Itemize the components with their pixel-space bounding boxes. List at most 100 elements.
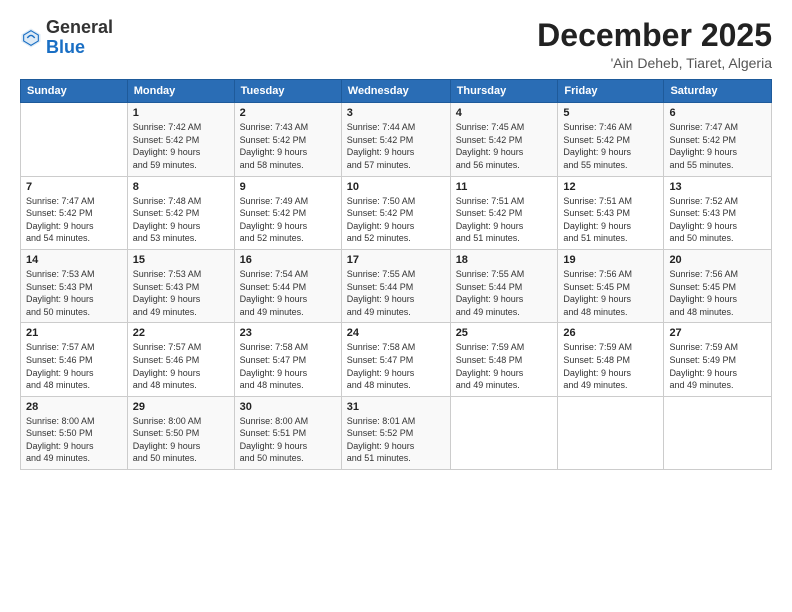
calendar-cell: 1 Sunrise: 7:42 AM Sunset: 5:42 PM Daylig… <box>127 103 234 176</box>
day-number: 20 <box>669 254 766 266</box>
day-number: 28 <box>26 401 122 413</box>
col-monday: Monday <box>127 80 234 103</box>
calendar-cell: 7 Sunrise: 7:47 AM Sunset: 5:42 PM Daylig… <box>21 176 128 249</box>
day-info: Sunrise: 7:59 AM Sunset: 5:48 PM Dayligh… <box>563 341 658 391</box>
day-info: Sunrise: 7:43 AM Sunset: 5:42 PM Dayligh… <box>240 121 336 171</box>
calendar-cell: 14 Sunrise: 7:53 AM Sunset: 5:43 PM Dayli… <box>21 249 128 322</box>
day-number: 11 <box>456 181 553 193</box>
calendar-cell <box>664 396 772 469</box>
calendar-cell: 12Sunrise: 7:51 AM Sunset: 5:43 PM Dayli… <box>558 176 664 249</box>
day-info: Sunrise: 7:56 AM Sunset: 5:45 PM Dayligh… <box>563 268 658 318</box>
calendar-cell: 20 Sunrise: 7:56 AM Sunset: 5:45 PM Dayli… <box>664 249 772 322</box>
day-number: 19 <box>563 254 658 266</box>
day-number: 30 <box>240 401 336 413</box>
day-info: Sunrise: 7:58 AM Sunset: 5:47 PM Dayligh… <box>347 341 445 391</box>
day-info: Sunrise: 7:53 AM Sunset: 5:43 PM Dayligh… <box>26 268 122 318</box>
day-info: Sunrise: 8:00 AM Sunset: 5:50 PM Dayligh… <box>26 415 122 465</box>
calendar-cell: 18 Sunrise: 7:55 AM Sunset: 5:44 PM Dayli… <box>450 249 558 322</box>
calendar-cell: 31 Sunrise: 8:01 AM Sunset: 5:52 PM Dayli… <box>341 396 450 469</box>
calendar-cell: 24 Sunrise: 7:58 AM Sunset: 5:47 PM Dayli… <box>341 323 450 396</box>
calendar-cell: 16 Sunrise: 7:54 AM Sunset: 5:44 PM Dayli… <box>234 249 341 322</box>
day-number: 13 <box>669 181 766 193</box>
header: General Blue December 2025 'Ain Deheb, T… <box>20 18 772 71</box>
logo-text: General Blue <box>46 18 113 58</box>
calendar-cell: 22 Sunrise: 7:57 AM Sunset: 5:46 PM Dayli… <box>127 323 234 396</box>
col-tuesday: Tuesday <box>234 80 341 103</box>
day-info: Sunrise: 7:47 AM Sunset: 5:42 PM Dayligh… <box>26 195 122 245</box>
logo: General Blue <box>20 18 113 58</box>
title-block: December 2025 'Ain Deheb, Tiaret, Algeri… <box>537 18 772 71</box>
calendar-cell: 25Sunrise: 7:59 AM Sunset: 5:48 PM Dayli… <box>450 323 558 396</box>
day-info: Sunrise: 7:47 AM Sunset: 5:42 PM Dayligh… <box>669 121 766 171</box>
calendar-cell: 5 Sunrise: 7:46 AM Sunset: 5:42 PM Daylig… <box>558 103 664 176</box>
day-info: Sunrise: 7:57 AM Sunset: 5:46 PM Dayligh… <box>133 341 229 391</box>
day-info: Sunrise: 7:55 AM Sunset: 5:44 PM Dayligh… <box>347 268 445 318</box>
calendar-week-1: 1 Sunrise: 7:42 AM Sunset: 5:42 PM Daylig… <box>21 103 772 176</box>
calendar-cell: 19 Sunrise: 7:56 AM Sunset: 5:45 PM Dayli… <box>558 249 664 322</box>
day-info: Sunrise: 7:50 AM Sunset: 5:42 PM Dayligh… <box>347 195 445 245</box>
col-sunday: Sunday <box>21 80 128 103</box>
day-number: 31 <box>347 401 445 413</box>
day-info: Sunrise: 7:59 AM Sunset: 5:49 PM Dayligh… <box>669 341 766 391</box>
day-number: 1 <box>133 107 229 119</box>
calendar-cell: 27 Sunrise: 7:59 AM Sunset: 5:49 PM Dayli… <box>664 323 772 396</box>
day-number: 22 <box>133 327 229 339</box>
col-thursday: Thursday <box>450 80 558 103</box>
col-friday: Friday <box>558 80 664 103</box>
logo-blue-text: Blue <box>46 37 85 57</box>
day-info: Sunrise: 7:52 AM Sunset: 5:43 PM Dayligh… <box>669 195 766 245</box>
calendar-cell: 11Sunrise: 7:51 AM Sunset: 5:42 PM Dayli… <box>450 176 558 249</box>
day-number: 16 <box>240 254 336 266</box>
day-info: Sunrise: 7:45 AM Sunset: 5:42 PM Dayligh… <box>456 121 553 171</box>
day-info: Sunrise: 7:58 AM Sunset: 5:47 PM Dayligh… <box>240 341 336 391</box>
day-info: Sunrise: 7:59 AM Sunset: 5:48 PM Dayligh… <box>456 341 553 391</box>
calendar-cell: 4 Sunrise: 7:45 AM Sunset: 5:42 PM Daylig… <box>450 103 558 176</box>
day-number: 9 <box>240 181 336 193</box>
calendar-week-5: 28 Sunrise: 8:00 AM Sunset: 5:50 PM Dayli… <box>21 396 772 469</box>
day-number: 26 <box>563 327 658 339</box>
day-info: Sunrise: 7:56 AM Sunset: 5:45 PM Dayligh… <box>669 268 766 318</box>
day-number: 27 <box>669 327 766 339</box>
calendar-cell: 13 Sunrise: 7:52 AM Sunset: 5:43 PM Dayli… <box>664 176 772 249</box>
day-info: Sunrise: 7:49 AM Sunset: 5:42 PM Dayligh… <box>240 195 336 245</box>
day-info: Sunrise: 7:53 AM Sunset: 5:43 PM Dayligh… <box>133 268 229 318</box>
calendar-cell: 21 Sunrise: 7:57 AM Sunset: 5:46 PM Dayli… <box>21 323 128 396</box>
col-saturday: Saturday <box>664 80 772 103</box>
day-number: 4 <box>456 107 553 119</box>
day-number: 15 <box>133 254 229 266</box>
day-number: 24 <box>347 327 445 339</box>
calendar-week-3: 14 Sunrise: 7:53 AM Sunset: 5:43 PM Dayli… <box>21 249 772 322</box>
month-title: December 2025 <box>537 18 772 53</box>
calendar-cell <box>21 103 128 176</box>
day-number: 10 <box>347 181 445 193</box>
calendar-cell: 2Sunrise: 7:43 AM Sunset: 5:42 PM Daylig… <box>234 103 341 176</box>
day-number: 18 <box>456 254 553 266</box>
day-info: Sunrise: 8:00 AM Sunset: 5:51 PM Dayligh… <box>240 415 336 465</box>
calendar-cell <box>450 396 558 469</box>
calendar-cell: 6Sunrise: 7:47 AM Sunset: 5:42 PM Daylig… <box>664 103 772 176</box>
calendar-cell: 8 Sunrise: 7:48 AM Sunset: 5:42 PM Daylig… <box>127 176 234 249</box>
calendar-cell: 28 Sunrise: 8:00 AM Sunset: 5:50 PM Dayli… <box>21 396 128 469</box>
calendar-cell: 15 Sunrise: 7:53 AM Sunset: 5:43 PM Dayli… <box>127 249 234 322</box>
day-info: Sunrise: 7:57 AM Sunset: 5:46 PM Dayligh… <box>26 341 122 391</box>
day-info: Sunrise: 8:01 AM Sunset: 5:52 PM Dayligh… <box>347 415 445 465</box>
location: 'Ain Deheb, Tiaret, Algeria <box>537 55 772 71</box>
day-number: 8 <box>133 181 229 193</box>
calendar-cell: 29Sunrise: 8:00 AM Sunset: 5:50 PM Dayli… <box>127 396 234 469</box>
calendar-cell: 9 Sunrise: 7:49 AM Sunset: 5:42 PM Daylig… <box>234 176 341 249</box>
day-info: Sunrise: 7:46 AM Sunset: 5:42 PM Dayligh… <box>563 121 658 171</box>
day-number: 21 <box>26 327 122 339</box>
day-number: 23 <box>240 327 336 339</box>
col-wednesday: Wednesday <box>341 80 450 103</box>
day-number: 29 <box>133 401 229 413</box>
day-info: Sunrise: 7:54 AM Sunset: 5:44 PM Dayligh… <box>240 268 336 318</box>
day-number: 7 <box>26 181 122 193</box>
day-info: Sunrise: 7:55 AM Sunset: 5:44 PM Dayligh… <box>456 268 553 318</box>
day-number: 5 <box>563 107 658 119</box>
day-info: Sunrise: 7:42 AM Sunset: 5:42 PM Dayligh… <box>133 121 229 171</box>
calendar-cell <box>558 396 664 469</box>
day-number: 14 <box>26 254 122 266</box>
calendar-week-4: 21 Sunrise: 7:57 AM Sunset: 5:46 PM Dayli… <box>21 323 772 396</box>
day-info: Sunrise: 7:51 AM Sunset: 5:43 PM Dayligh… <box>563 195 658 245</box>
day-info: Sunrise: 7:48 AM Sunset: 5:42 PM Dayligh… <box>133 195 229 245</box>
